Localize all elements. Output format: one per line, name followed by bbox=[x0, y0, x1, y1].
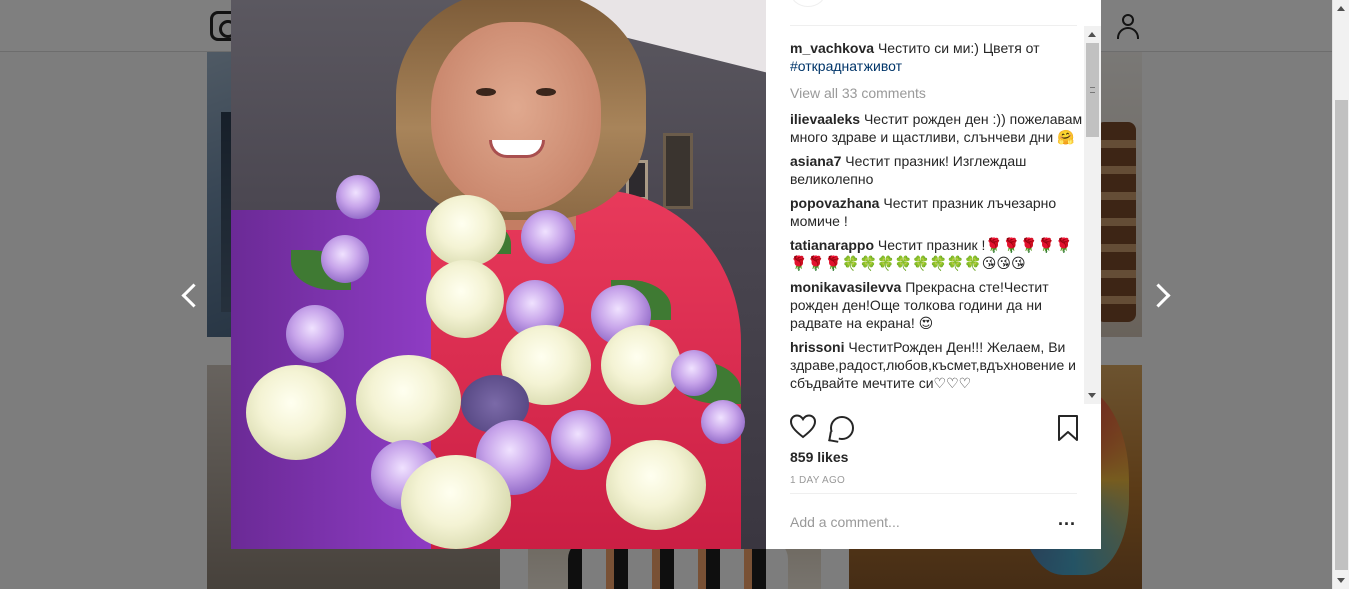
bouquet-flower-white bbox=[601, 325, 681, 405]
likes-count[interactable]: 859 likes bbox=[790, 449, 848, 465]
bouquet-flower-purple bbox=[551, 410, 611, 470]
caption-text: Честито си ми:) Цветя от bbox=[877, 40, 1040, 56]
bouquet-flower-purple bbox=[671, 350, 717, 396]
bouquet-flower-purple bbox=[701, 400, 745, 444]
photo-eye bbox=[536, 88, 556, 96]
bouquet-flower-white bbox=[426, 260, 504, 338]
heart-icon[interactable] bbox=[790, 414, 816, 440]
chevron-right-icon[interactable] bbox=[1148, 281, 1176, 309]
scroll-up-arrow-icon[interactable] bbox=[1337, 6, 1345, 11]
comment-username[interactable]: popovazhana bbox=[790, 195, 879, 211]
comment-username[interactable]: asiana7 bbox=[790, 153, 841, 169]
bouquet-flower-white bbox=[356, 355, 461, 445]
comment-item: ilievaaleks Честит рожден ден :)) пожела… bbox=[790, 110, 1083, 146]
avatar[interactable] bbox=[790, 0, 826, 7]
bouquet-flower-white bbox=[606, 440, 706, 530]
comment-item: tatianarappo Честит празник !🌹🌹🌹🌹🌹🌹🌹🌹🍀🍀🍀… bbox=[790, 236, 1083, 272]
chevron-left-icon[interactable] bbox=[175, 281, 203, 309]
comment-item: popovazhana Честит празник лъчезарно мом… bbox=[790, 194, 1083, 230]
bouquet-flower-white bbox=[246, 365, 346, 460]
comment-item: asiana7 Честит празник! Изглеждаш велико… bbox=[790, 152, 1083, 188]
window-edge bbox=[1349, 0, 1366, 589]
post-photo[interactable] bbox=[231, 0, 766, 549]
comment-item: hrissoni ЧеститРожден Ден!!! Желаем, Ви … bbox=[790, 338, 1083, 392]
caption-username[interactable]: m_vachkova bbox=[790, 40, 874, 56]
post-caption: m_vachkova Честито си ми:) Цветя от #отк… bbox=[790, 39, 1083, 75]
bouquet-flower-purple bbox=[521, 210, 575, 264]
comment-username[interactable]: ilievaaleks bbox=[790, 111, 860, 127]
divider bbox=[790, 493, 1077, 494]
scroll-up-arrow-icon[interactable] bbox=[1088, 32, 1096, 37]
scrollbar-thumb[interactable] bbox=[1086, 43, 1099, 137]
comments-scrollbar[interactable] bbox=[1084, 26, 1101, 404]
bouquet-flower-purple bbox=[286, 305, 344, 363]
scroll-down-arrow-icon[interactable] bbox=[1337, 578, 1345, 583]
bouquet-flower-white bbox=[401, 455, 511, 549]
browser-scrollbar[interactable] bbox=[1332, 0, 1349, 589]
comments-list[interactable]: m_vachkova Честито си ми:) Цветя от #отк… bbox=[790, 28, 1083, 404]
post-actions bbox=[790, 414, 1080, 442]
caption-hashtag[interactable]: #откраднатживот bbox=[790, 58, 902, 74]
bouquet-flower-purple bbox=[336, 175, 380, 219]
view-all-comments-link[interactable]: View all 33 comments bbox=[790, 84, 1083, 102]
photo-face bbox=[431, 22, 601, 212]
bouquet-flower-white bbox=[426, 195, 506, 267]
add-comment-input[interactable] bbox=[790, 507, 1040, 537]
bookmark-icon[interactable] bbox=[1058, 415, 1078, 441]
comment-bubble-icon[interactable] bbox=[830, 416, 854, 440]
photo-wall-frame bbox=[663, 133, 693, 209]
more-options-icon[interactable]: ... bbox=[1058, 510, 1078, 530]
scrollbar-thumb[interactable] bbox=[1335, 100, 1348, 570]
comment-item: monikavasilevva Прекрасна сте!Честит рож… bbox=[790, 278, 1083, 332]
post-detail-panel: m_vachkova Честито си ми:) Цветя от #отк… bbox=[766, 0, 1101, 549]
post-timestamp[interactable]: 1 DAY AGO bbox=[790, 475, 845, 486]
comment-username[interactable]: tatianarappo bbox=[790, 237, 874, 253]
comment-username[interactable]: monikavasilevva bbox=[790, 279, 901, 295]
photo-eye bbox=[476, 88, 496, 96]
bouquet-flower-purple bbox=[321, 235, 369, 283]
scrollbar-grip bbox=[1090, 87, 1095, 93]
divider bbox=[790, 25, 1077, 26]
scroll-down-arrow-icon[interactable] bbox=[1088, 393, 1096, 398]
comment-username[interactable]: hrissoni bbox=[790, 339, 844, 355]
